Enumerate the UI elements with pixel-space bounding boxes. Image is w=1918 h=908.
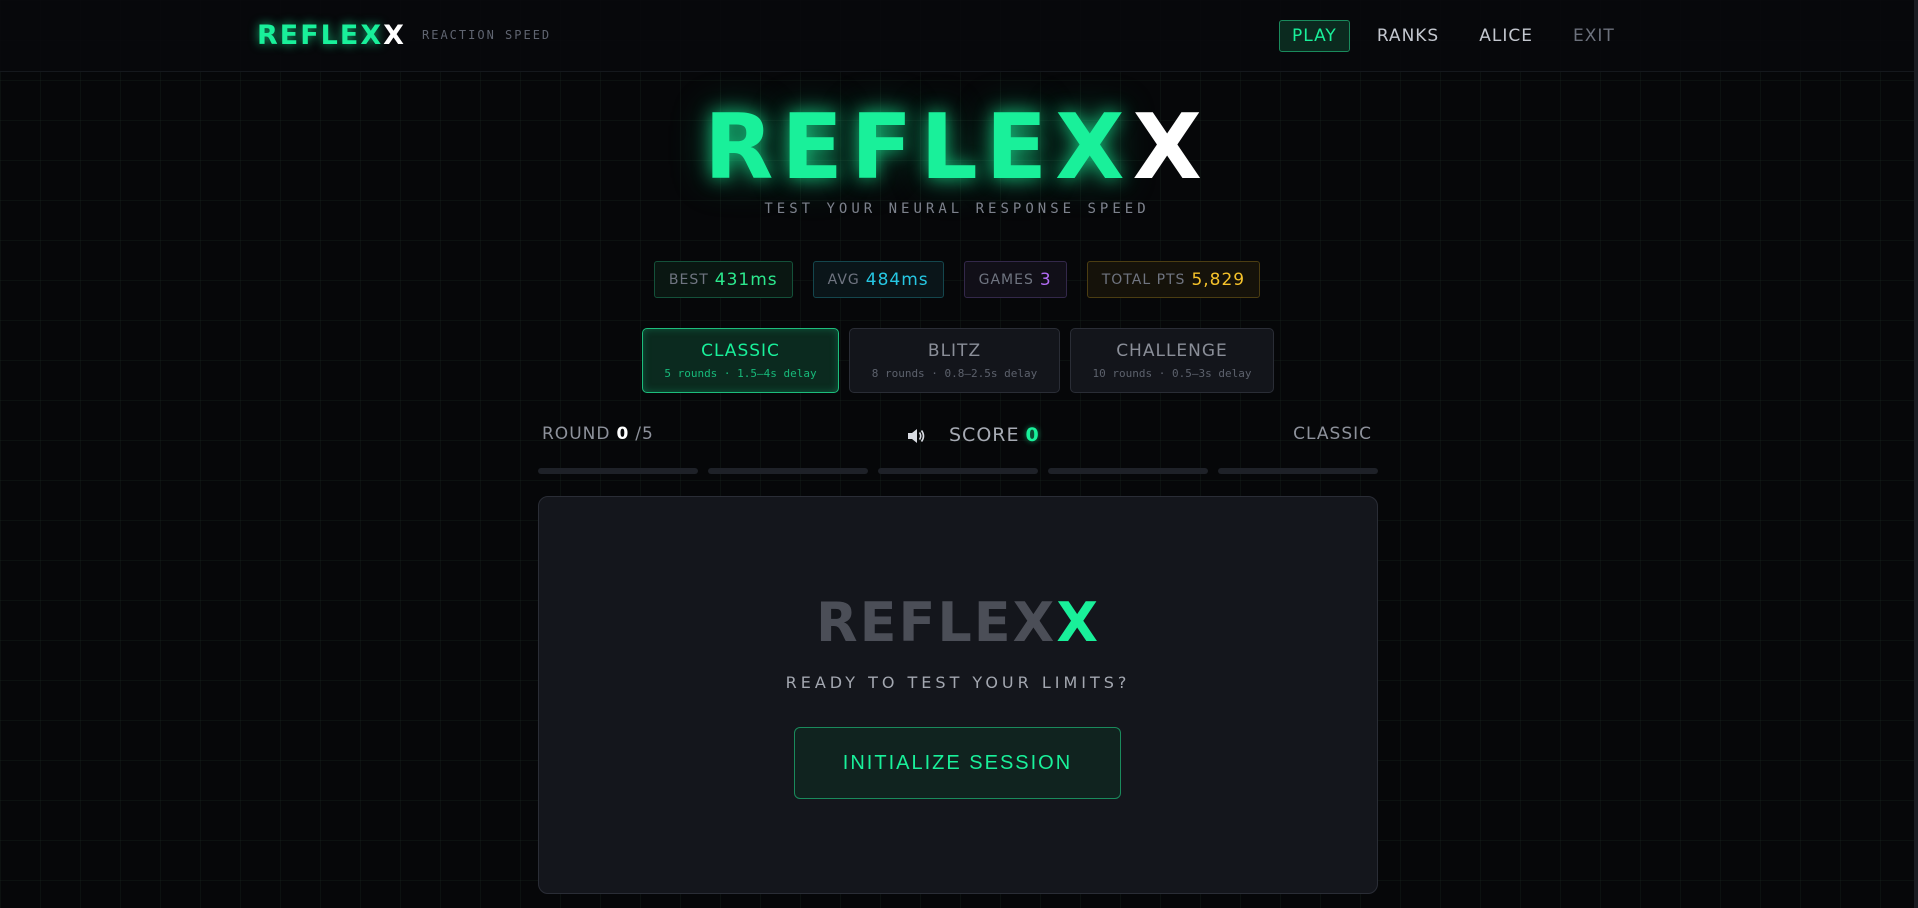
mode-challenge-desc: 10 rounds · 0.5–3s delay	[1092, 367, 1252, 380]
stat-avg-label: AVG	[827, 271, 860, 288]
mode-selector: CLASSIC 5 rounds · 1.5–4s delay BLITZ 8 …	[642, 328, 1274, 393]
stats-row: BEST 431ms AVG 484ms GAMES 3 TOTAL PTS 5…	[0, 261, 1914, 298]
panel-prompt: READY TO TEST YOUR LIMITS?	[785, 673, 1131, 692]
progress-segment	[708, 468, 868, 474]
game-panel[interactable]: REFLEXX READY TO TEST YOUR LIMITS? INITI…	[538, 496, 1378, 894]
stat-games: GAMES 3	[963, 261, 1067, 298]
nav-exit[interactable]: EXIT	[1560, 20, 1628, 52]
mode-classic[interactable]: CLASSIC 5 rounds · 1.5–4s delay	[642, 328, 839, 393]
nav-play[interactable]: PLAY	[1279, 20, 1350, 52]
speaker-icon[interactable]	[906, 427, 926, 445]
mode-blitz-name: BLITZ	[927, 341, 982, 361]
stat-best-label: BEST	[668, 271, 709, 288]
score-indicator: SCORE 0	[949, 424, 1040, 446]
hero-title: REFLEXX	[0, 98, 1914, 198]
main-nav: PLAY RANKS ALICE EXIT	[1279, 20, 1642, 52]
mode-classic-name: CLASSIC	[701, 341, 780, 361]
round-indicator: ROUND 0/5	[542, 424, 654, 444]
mode-blitz-desc: 8 rounds · 0.8–2.5s delay	[871, 367, 1038, 380]
stat-total-value: 5,829	[1191, 269, 1246, 290]
header-tagline: REACTION SPEED	[422, 28, 552, 42]
initialize-session-button[interactable]: INITIALIZE SESSION	[794, 727, 1121, 799]
panel-logo: REFLEXX	[539, 593, 1377, 653]
hero-title-main: REFLEX	[704, 95, 1133, 200]
round-progress	[538, 468, 1378, 474]
panel-logo-x: X	[1056, 591, 1100, 654]
score-value: 0	[1025, 424, 1040, 446]
mode-challenge[interactable]: CHALLENGE 10 rounds · 0.5–3s delay	[1070, 328, 1274, 393]
score-label: SCORE	[949, 424, 1020, 446]
stat-total-points: TOTAL PTS 5,829	[1086, 261, 1261, 298]
round-label: ROUND	[542, 424, 611, 444]
progress-segment	[878, 468, 1038, 474]
round-current: 0	[616, 424, 630, 444]
progress-segment	[538, 468, 698, 474]
stat-avg: AVG 484ms	[812, 261, 944, 298]
nav-ranks[interactable]: RANKS	[1364, 20, 1452, 52]
mode-challenge-name: CHALLENGE	[1116, 341, 1228, 361]
hero-subtitle: TEST YOUR NEURAL RESPONSE SPEED	[764, 201, 1150, 217]
header-logo[interactable]: REFLEXX	[257, 20, 406, 51]
progress-segment	[1048, 468, 1208, 474]
nav-user[interactable]: ALICE	[1466, 20, 1546, 52]
round-total: /5	[635, 424, 654, 444]
stat-games-value: 3	[1039, 269, 1052, 290]
stat-best-value: 431ms	[714, 269, 778, 290]
stat-games-label: GAMES	[978, 271, 1034, 288]
round-status: ROUND 0/5 SCORE 0 CLASSIC	[538, 424, 1376, 448]
window-scrollbar[interactable]	[1914, 0, 1918, 908]
top-bar: REFLEXX REACTION SPEED PLAY RANKS ALICE …	[0, 0, 1914, 72]
progress-segment	[1218, 468, 1378, 474]
header-logo-main: REFLEX	[257, 20, 384, 51]
hero-title-x: X	[1132, 95, 1210, 200]
header-logo-x: X	[383, 20, 406, 51]
stat-total-label: TOTAL PTS	[1101, 271, 1186, 288]
stat-avg-value: 484ms	[865, 269, 929, 290]
mode-classic-desc: 5 rounds · 1.5–4s delay	[664, 367, 817, 380]
stat-best: BEST 431ms	[653, 261, 793, 298]
panel-logo-main: REFLEX	[816, 591, 1057, 654]
current-mode-label: CLASSIC	[1293, 424, 1372, 444]
mode-blitz[interactable]: BLITZ 8 rounds · 0.8–2.5s delay	[849, 328, 1060, 393]
